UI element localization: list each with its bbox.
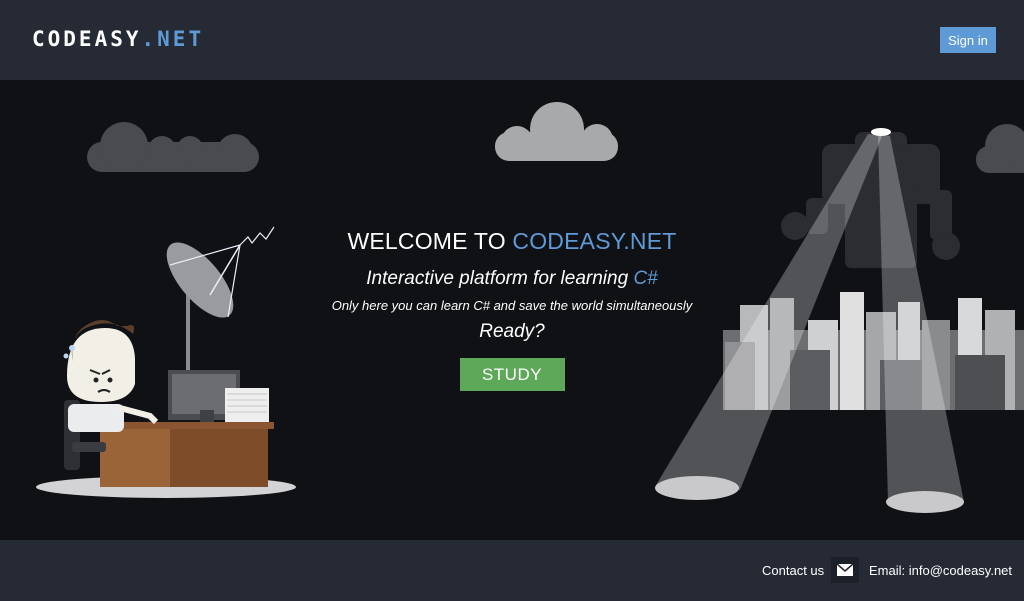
tagline: Interactive platform for learning C# [300, 268, 724, 290]
welcome-prefix: WELCOME TO [347, 228, 513, 254]
envelope-icon[interactable] [831, 557, 859, 583]
sign-in-button[interactable]: Sign in [940, 27, 996, 53]
site-logo[interactable]: CODEASY.NET [32, 27, 204, 51]
contact-email[interactable]: Email: info@codeasy.net [869, 563, 1012, 578]
tagline-prefix: Interactive platform for learning [366, 268, 634, 289]
cloud-left [87, 122, 259, 172]
hero-text-block: WELCOME TO CODEASY.NET Interactive platf… [300, 228, 724, 391]
welcome-brand: CODEASY.NET [512, 228, 677, 254]
footer: Contact us Email: info@codeasy.net [0, 540, 1024, 601]
developer-illustration [36, 320, 296, 498]
logo-main: CODEASY [32, 27, 142, 51]
cloud-right [976, 124, 1024, 173]
subline: Only here you can learn C# and save the … [331, 298, 693, 313]
tagline-language: C# [633, 268, 658, 289]
study-button[interactable]: STUDY [459, 358, 565, 391]
ready-text: Ready? [479, 321, 545, 342]
welcome-heading: WELCOME TO CODEASY.NET [300, 228, 724, 255]
contact-us-label: Contact us [762, 563, 825, 578]
satellite-dish-icon [166, 226, 275, 375]
cloud-center [495, 102, 618, 161]
header: CODEASY.NET Sign in [0, 0, 1024, 80]
hero-section: WELCOME TO CODEASY.NET Interactive platf… [0, 80, 1024, 540]
logo-accent: .NET [141, 27, 205, 51]
